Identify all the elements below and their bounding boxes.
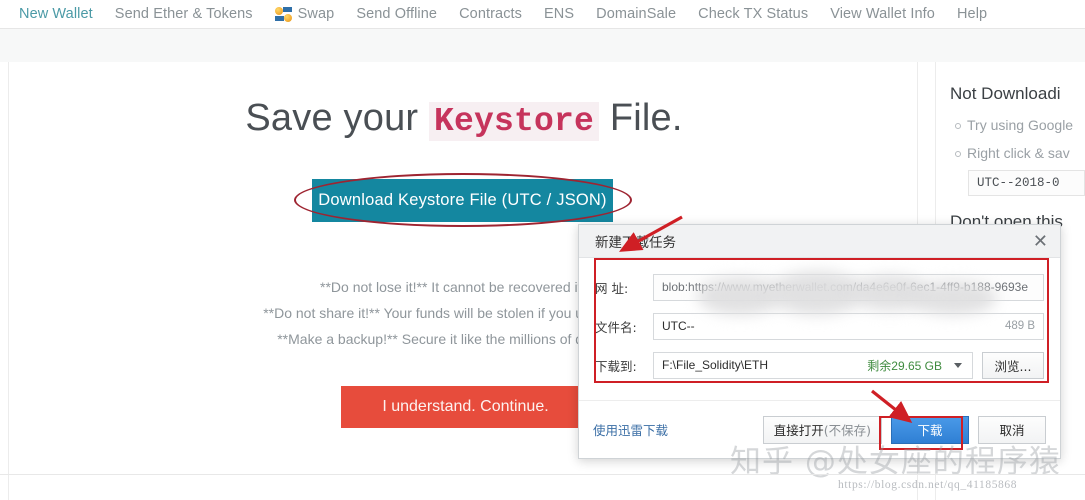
dialog-title: 新建下载任务 — [595, 235, 676, 251]
nav-label: View Wallet Info — [830, 6, 935, 22]
nav-label: Check TX Status — [698, 6, 809, 22]
nav-item-contracts[interactable]: Contracts — [448, 0, 533, 26]
download-keystore-label: Download Keystore File (UTC / JSON) — [318, 191, 607, 209]
url-input[interactable]: blob:https://www.myetherwallet.com/da4e6… — [653, 273, 1044, 301]
filesize-label: 489 B — [1004, 320, 1035, 332]
nav-item-new-wallet[interactable]: New Wallet — [8, 0, 104, 30]
savepath-row: 下载到: F:\File_Solidity\ETH 剩余29.65 GB 浏览.… — [595, 350, 1044, 380]
nav-item-help[interactable]: Help — [946, 0, 998, 26]
use-thunder-download-link[interactable]: 使用迅雷下载 — [593, 420, 668, 439]
sidebar-bullet: Try using Google — [950, 114, 1085, 136]
nav-label: Contracts — [459, 6, 523, 22]
sidebar-bullet: Right click & sav — [950, 142, 1085, 164]
download-keystore-button[interactable]: Download Keystore File (UTC / JSON) — [312, 179, 613, 222]
watermark-url: https://blog.csdn.net/qq_41185868 — [838, 479, 1018, 491]
i-understand-continue-button[interactable]: I understand. Continue. — [341, 386, 590, 428]
nav-label: Swap — [297, 6, 335, 22]
page-top-band — [0, 29, 1085, 62]
nav-item-ens[interactable]: ENS — [533, 0, 585, 26]
page-title: Save your Keystore File. — [9, 97, 919, 141]
dialog-body: 网 址: blob:https://www.myetherwallet.com/… — [579, 258, 1060, 380]
nav-item-domainsale[interactable]: DomainSale — [585, 0, 687, 26]
nav-item-swap[interactable]: Swap — [264, 0, 346, 26]
headline-post: File. — [599, 97, 683, 139]
close-icon[interactable]: ✕ — [1033, 232, 1048, 250]
browse-button[interactable]: 浏览... — [982, 351, 1044, 379]
free-space-label: 剩余29.65 GB — [867, 358, 942, 373]
nav-item-check-tx-status[interactable]: Check TX Status — [687, 0, 819, 26]
nav-label: ENS — [544, 6, 575, 22]
nav-label: Send Ether & Tokens — [114, 6, 253, 22]
screenshot-root: New Wallet Send Ether & Tokens Swap Send… — [0, 0, 1085, 500]
sidebar-heading-not-downloading: Not Downloadi — [950, 84, 1061, 103]
headline-pre: Save your — [245, 97, 430, 139]
filename-input[interactable]: UTC-- 489 B — [653, 312, 1044, 340]
nav-label: Send Offline — [356, 6, 438, 22]
nav-item-send-offline[interactable]: Send Offline — [345, 0, 448, 26]
nav-label: DomainSale — [596, 6, 677, 22]
filename-label: 文件名: — [595, 319, 637, 335]
filename-value: UTC-- — [662, 319, 695, 333]
nav-label: New Wallet — [19, 6, 93, 22]
nav-item-send-ether-tokens[interactable]: Send Ether & Tokens — [104, 0, 264, 26]
url-label: 网 址: — [595, 280, 629, 296]
savepath-input[interactable]: F:\File_Solidity\ETH 剩余29.65 GB — [653, 351, 973, 379]
sidebar-filename-sample: UTC--2018-0 — [968, 170, 1085, 196]
url-row: 网 址: blob:https://www.myetherwallet.com/… — [595, 272, 1044, 302]
nav-label: Help — [956, 6, 988, 22]
i-understand-label: I understand. Continue. — [382, 398, 549, 415]
savepath-value: F:\File_Solidity\ETH — [662, 358, 769, 372]
savepath-label: 下载到: — [595, 358, 637, 374]
bottom-divider — [0, 474, 1085, 475]
swap-icon — [274, 6, 293, 22]
main-navigation: New Wallet Send Ether & Tokens Swap Send… — [0, 0, 1085, 30]
filename-row: 文件名: UTC-- 489 B — [595, 311, 1044, 341]
new-download-task-dialog: 新建下载任务 ✕ 网 址: blob:https://www.myetherwa… — [578, 224, 1061, 459]
headline-keystore: Keystore — [429, 102, 600, 141]
dialog-title-bar: 新建下载任务 ✕ — [579, 225, 1060, 258]
nav-item-view-wallet-info[interactable]: View Wallet Info — [819, 0, 946, 26]
chevron-down-icon[interactable] — [954, 362, 962, 368]
